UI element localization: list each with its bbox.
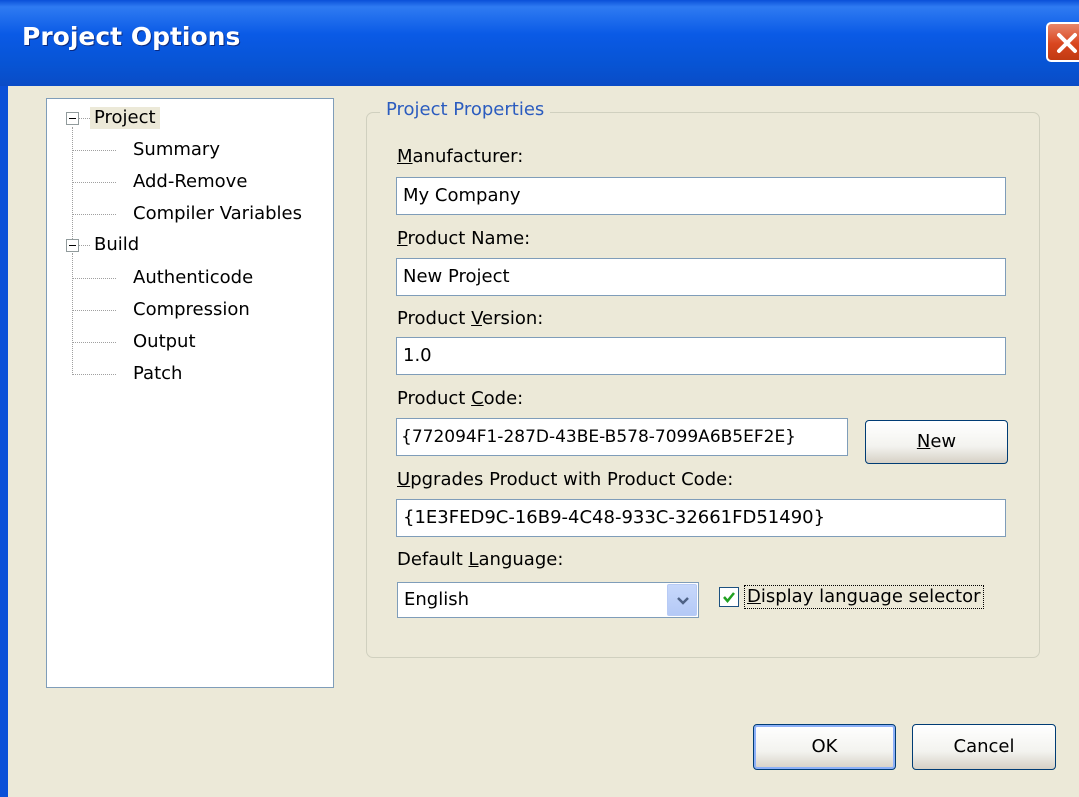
- tree-item-compiler-variables[interactable]: Compiler Variables: [133, 203, 302, 225]
- tree-item-build[interactable]: Build: [94, 234, 139, 256]
- manufacturer-label: Manufacturer:: [397, 146, 524, 167]
- tree-item-summary[interactable]: Summary: [133, 139, 220, 161]
- display-language-selector-label[interactable]: Display language selector: [744, 585, 984, 609]
- display-language-selector-checkbox[interactable]: [719, 587, 739, 607]
- cancel-button[interactable]: Cancel: [912, 724, 1056, 770]
- tree-line: [72, 342, 116, 343]
- product-version-label: Product Version:: [397, 308, 544, 329]
- title-bar[interactable]: Project Options: [0, 0, 1079, 86]
- default-language-select[interactable]: English: [397, 582, 699, 618]
- window-title: Project Options: [22, 22, 241, 51]
- close-icon: [1057, 33, 1077, 53]
- tree-item-authenticode[interactable]: Authenticode: [133, 267, 253, 289]
- tree-line: [78, 245, 90, 246]
- tree-line: [72, 374, 116, 375]
- product-code-label: Product Code:: [397, 388, 524, 409]
- collapse-project-icon[interactable]: [66, 112, 79, 125]
- dropdown-button[interactable]: [667, 584, 697, 616]
- product-name-field[interactable]: New Project: [396, 258, 1006, 296]
- tree-item-compression[interactable]: Compression: [133, 299, 250, 321]
- manufacturer-field[interactable]: My Company: [396, 177, 1006, 215]
- group-title: Project Properties: [380, 99, 551, 120]
- tree-item-output[interactable]: Output: [133, 331, 196, 353]
- tree-item-patch[interactable]: Patch: [133, 363, 182, 385]
- tree-line: [72, 214, 116, 215]
- tree-item-project[interactable]: Project: [90, 107, 160, 129]
- options-tree[interactable]: Project Summary Add-Remove Compiler Vari…: [46, 98, 334, 688]
- collapse-build-icon[interactable]: [66, 239, 79, 252]
- tree-line: [72, 310, 116, 311]
- tree-line: [72, 127, 73, 241]
- product-code-field[interactable]: {772094F1-287D-43BE-B578-7099A6B5EF2E}: [396, 418, 848, 456]
- default-language-value: English: [404, 589, 469, 610]
- project-options-dialog: Project Options Project Summary Add-Remo…: [0, 0, 1079, 797]
- close-button[interactable]: [1046, 22, 1079, 62]
- product-name-label: Product Name:: [397, 228, 531, 249]
- product-version-field[interactable]: 1.0: [396, 337, 1006, 375]
- window-frame-left: [0, 86, 8, 797]
- checkmark-icon: [723, 592, 735, 603]
- tree-line: [72, 278, 116, 279]
- upgrade-code-label: Upgrades Product with Product Code:: [397, 469, 734, 490]
- ok-button[interactable]: OK: [753, 724, 896, 770]
- tree-line: [78, 118, 90, 119]
- tree-item-add-remove[interactable]: Add-Remove: [133, 171, 247, 193]
- chevron-down-icon: [677, 597, 689, 605]
- default-language-label: Default Language:: [397, 549, 564, 570]
- tree-line: [72, 253, 73, 375]
- upgrade-code-field[interactable]: {1E3FED9C-16B9-4C48-933C-32661FD51490}: [396, 499, 1006, 537]
- tree-line: [72, 150, 116, 151]
- tree-line: [72, 182, 116, 183]
- new-code-button[interactable]: New: [865, 420, 1008, 464]
